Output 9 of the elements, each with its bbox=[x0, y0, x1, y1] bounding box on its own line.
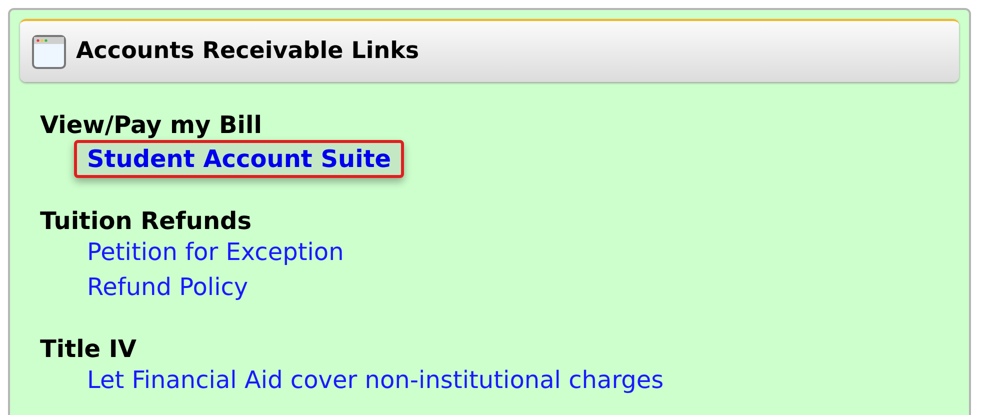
section-heading: Title IV bbox=[40, 334, 138, 364]
section-heading: Tuition Refunds bbox=[40, 206, 253, 236]
section-heading: View/Pay my Bill bbox=[40, 110, 263, 140]
link[interactable]: Student Account Suite bbox=[74, 140, 404, 178]
link[interactable]: Petition for Exception bbox=[74, 236, 357, 268]
link[interactable]: Let Financial Aid cover non-institutional charges bbox=[74, 364, 677, 396]
window-icon bbox=[32, 34, 66, 68]
panel-title: Accounts Receivable Links bbox=[76, 37, 420, 66]
link[interactable]: Refund Policy bbox=[74, 271, 262, 303]
